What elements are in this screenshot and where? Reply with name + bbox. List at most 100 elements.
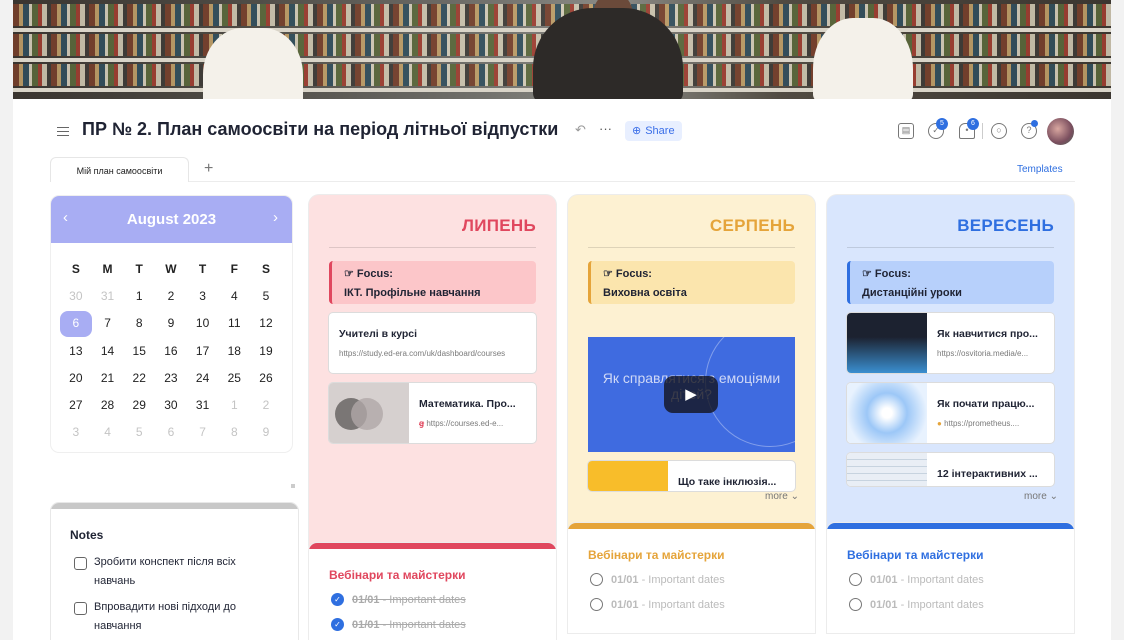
todo-item[interactable]: ✓ 01/01 - Important dates — [331, 593, 466, 606]
weekday-label: T — [135, 262, 143, 276]
calendar-day[interactable]: 29 — [123, 392, 155, 419]
calendar-day[interactable]: 8 — [123, 310, 155, 337]
calendar-day[interactable]: 18 — [218, 338, 250, 365]
calendar-day[interactable]: 17 — [187, 338, 219, 365]
todo-item[interactable]: 01/01 - Important dates — [590, 598, 725, 611]
todo-item[interactable]: 01/01 - Important dates — [590, 573, 725, 586]
notes-color-bar — [51, 503, 298, 509]
calendar-icon[interactable]: ▤ — [898, 123, 914, 139]
link-card[interactable]: 12 інтерактивних ... — [847, 453, 1054, 486]
calendar-day[interactable]: 20 — [60, 365, 92, 392]
calendar-day[interactable]: 10 — [187, 310, 219, 337]
column-august: СЕРПЕНЬ ☞ Focus: Виховна освіта Як справ… — [568, 195, 815, 555]
calendar-day[interactable]: 21 — [92, 365, 124, 392]
menu-icon[interactable] — [57, 124, 69, 138]
calendar-day[interactable]: 31 — [92, 283, 124, 310]
chevron-down-icon: ⌄ — [1049, 491, 1058, 502]
column-title: СЕРПЕНЬ — [709, 216, 795, 235]
section-title: Вебінари та майстерки — [329, 568, 466, 582]
radio-circle[interactable] — [849, 598, 862, 611]
checkbox[interactable] — [74, 557, 87, 570]
more-options-icon[interactable]: ··· — [599, 121, 612, 136]
link-card[interactable]: Як навчитися про... https://osvitoria.me… — [847, 313, 1054, 373]
calendar-day[interactable]: 6 — [155, 419, 187, 446]
undo-icon[interactable]: ↶ — [575, 122, 586, 138]
calendar-day[interactable]: 12 — [250, 310, 282, 337]
calendar-day[interactable]: 5 — [123, 419, 155, 446]
calendar-day[interactable]: 23 — [155, 365, 187, 392]
calendar-day[interactable]: 3 — [60, 419, 92, 446]
play-icon[interactable]: ▶ — [664, 376, 718, 413]
tasks-badge: 5 — [936, 118, 948, 130]
tab-my-plan[interactable]: Мій план самоосвіти — [50, 157, 189, 182]
calendar-day[interactable]: 7 — [92, 310, 124, 337]
focus-callout: ☞ Focus: Виховна освіта — [588, 261, 795, 304]
chevron-right-icon[interactable]: › — [273, 209, 278, 226]
note-item[interactable]: Впровадити нові підходи до навчання — [74, 598, 274, 636]
column-title: ЛИПЕНЬ — [461, 216, 536, 235]
calendar-day[interactable]: 7 — [187, 419, 219, 446]
note-item[interactable]: Зробити конспект після всіх навчань — [74, 553, 274, 591]
notifications-badge: 6 — [967, 118, 979, 130]
todo-item[interactable]: 01/01 - Important dates — [849, 598, 984, 611]
calendar-day[interactable]: 6 — [60, 311, 92, 337]
calendar-day[interactable]: 22 — [123, 365, 155, 392]
check-icon[interactable]: ✓ — [331, 593, 344, 606]
site-favicon-icon: ● — [937, 419, 945, 428]
card-thumbnail — [329, 383, 409, 443]
avatar[interactable] — [1047, 118, 1074, 145]
checkbox[interactable] — [74, 602, 87, 615]
check-icon[interactable]: ✓ — [331, 618, 344, 631]
calendar-day[interactable]: 8 — [218, 419, 250, 446]
calendar-day[interactable]: 9 — [155, 310, 187, 337]
templates-link[interactable]: Templates — [1017, 164, 1063, 175]
resize-handle[interactable] — [291, 484, 295, 488]
link-card[interactable]: Що таке інклюзія... — [588, 461, 795, 491]
calendar-day[interactable]: 15 — [123, 338, 155, 365]
radio-circle[interactable] — [590, 598, 603, 611]
more-toggle[interactable]: more ⌄ — [765, 491, 799, 502]
weekday-label: T — [198, 262, 207, 276]
calendar-day[interactable]: 4 — [218, 283, 250, 310]
calendar-day[interactable]: 28 — [92, 392, 124, 419]
calendar-day[interactable]: 3 — [187, 283, 219, 310]
calendar-day[interactable]: 25 — [218, 365, 250, 392]
calendar-day[interactable]: 19 — [250, 338, 282, 365]
link-card[interactable]: Учителі в курсі https://study.ed-era.com… — [329, 313, 536, 373]
calendar-day[interactable]: 1 — [123, 283, 155, 310]
lamp-shade — [203, 28, 303, 99]
calendar-day[interactable]: 11 — [218, 310, 250, 337]
calendar-day[interactable]: 31 — [187, 392, 219, 419]
calendar-month-title: August 2023 — [126, 211, 217, 228]
cover-image[interactable] — [13, 0, 1111, 99]
calendar-day[interactable]: 13 — [60, 338, 92, 365]
calendar-day[interactable]: 30 — [60, 283, 92, 310]
add-tab-icon[interactable]: + — [204, 160, 213, 178]
radio-circle[interactable] — [849, 573, 862, 586]
radio-circle[interactable] — [590, 573, 603, 586]
calendar-day[interactable]: 30 — [155, 392, 187, 419]
weekday-label: F — [230, 262, 238, 276]
calendar-day[interactable]: 5 — [250, 283, 282, 310]
calendar-day[interactable]: 2 — [155, 283, 187, 310]
calendar-day[interactable]: 2 — [250, 392, 282, 419]
calendar-day[interactable]: 1 — [218, 392, 250, 419]
page-title: ПР № 2. План самоосвіти на період літньо… — [82, 119, 559, 139]
calendar-day[interactable]: 16 — [155, 338, 187, 365]
share-button[interactable]: ⊕ Share — [625, 121, 682, 141]
link-card[interactable]: Математика. Про... ꞡ https://courses.ed-… — [329, 383, 536, 443]
video-embed[interactable]: Як справлятися з емоціями дітей? ▶ — [588, 337, 795, 452]
calendar-day[interactable]: 14 — [92, 338, 124, 365]
search-icon[interactable]: ○ — [991, 123, 1007, 139]
calendar-day[interactable]: 24 — [187, 365, 219, 392]
card-thumbnail — [588, 461, 668, 491]
calendar-day[interactable]: 4 — [92, 419, 124, 446]
todo-item[interactable]: 01/01 - Important dates — [849, 573, 984, 586]
todo-item[interactable]: ✓ 01/01 - Important dates — [331, 618, 466, 631]
more-toggle[interactable]: more ⌄ — [1024, 491, 1058, 502]
link-card[interactable]: Як почати працю... ● https://prometheus.… — [847, 383, 1054, 443]
chevron-down-icon: ⌄ — [790, 491, 799, 502]
calendar-day[interactable]: 9 — [250, 419, 282, 446]
calendar-day[interactable]: 27 — [60, 392, 92, 419]
calendar-day[interactable]: 26 — [250, 365, 282, 392]
